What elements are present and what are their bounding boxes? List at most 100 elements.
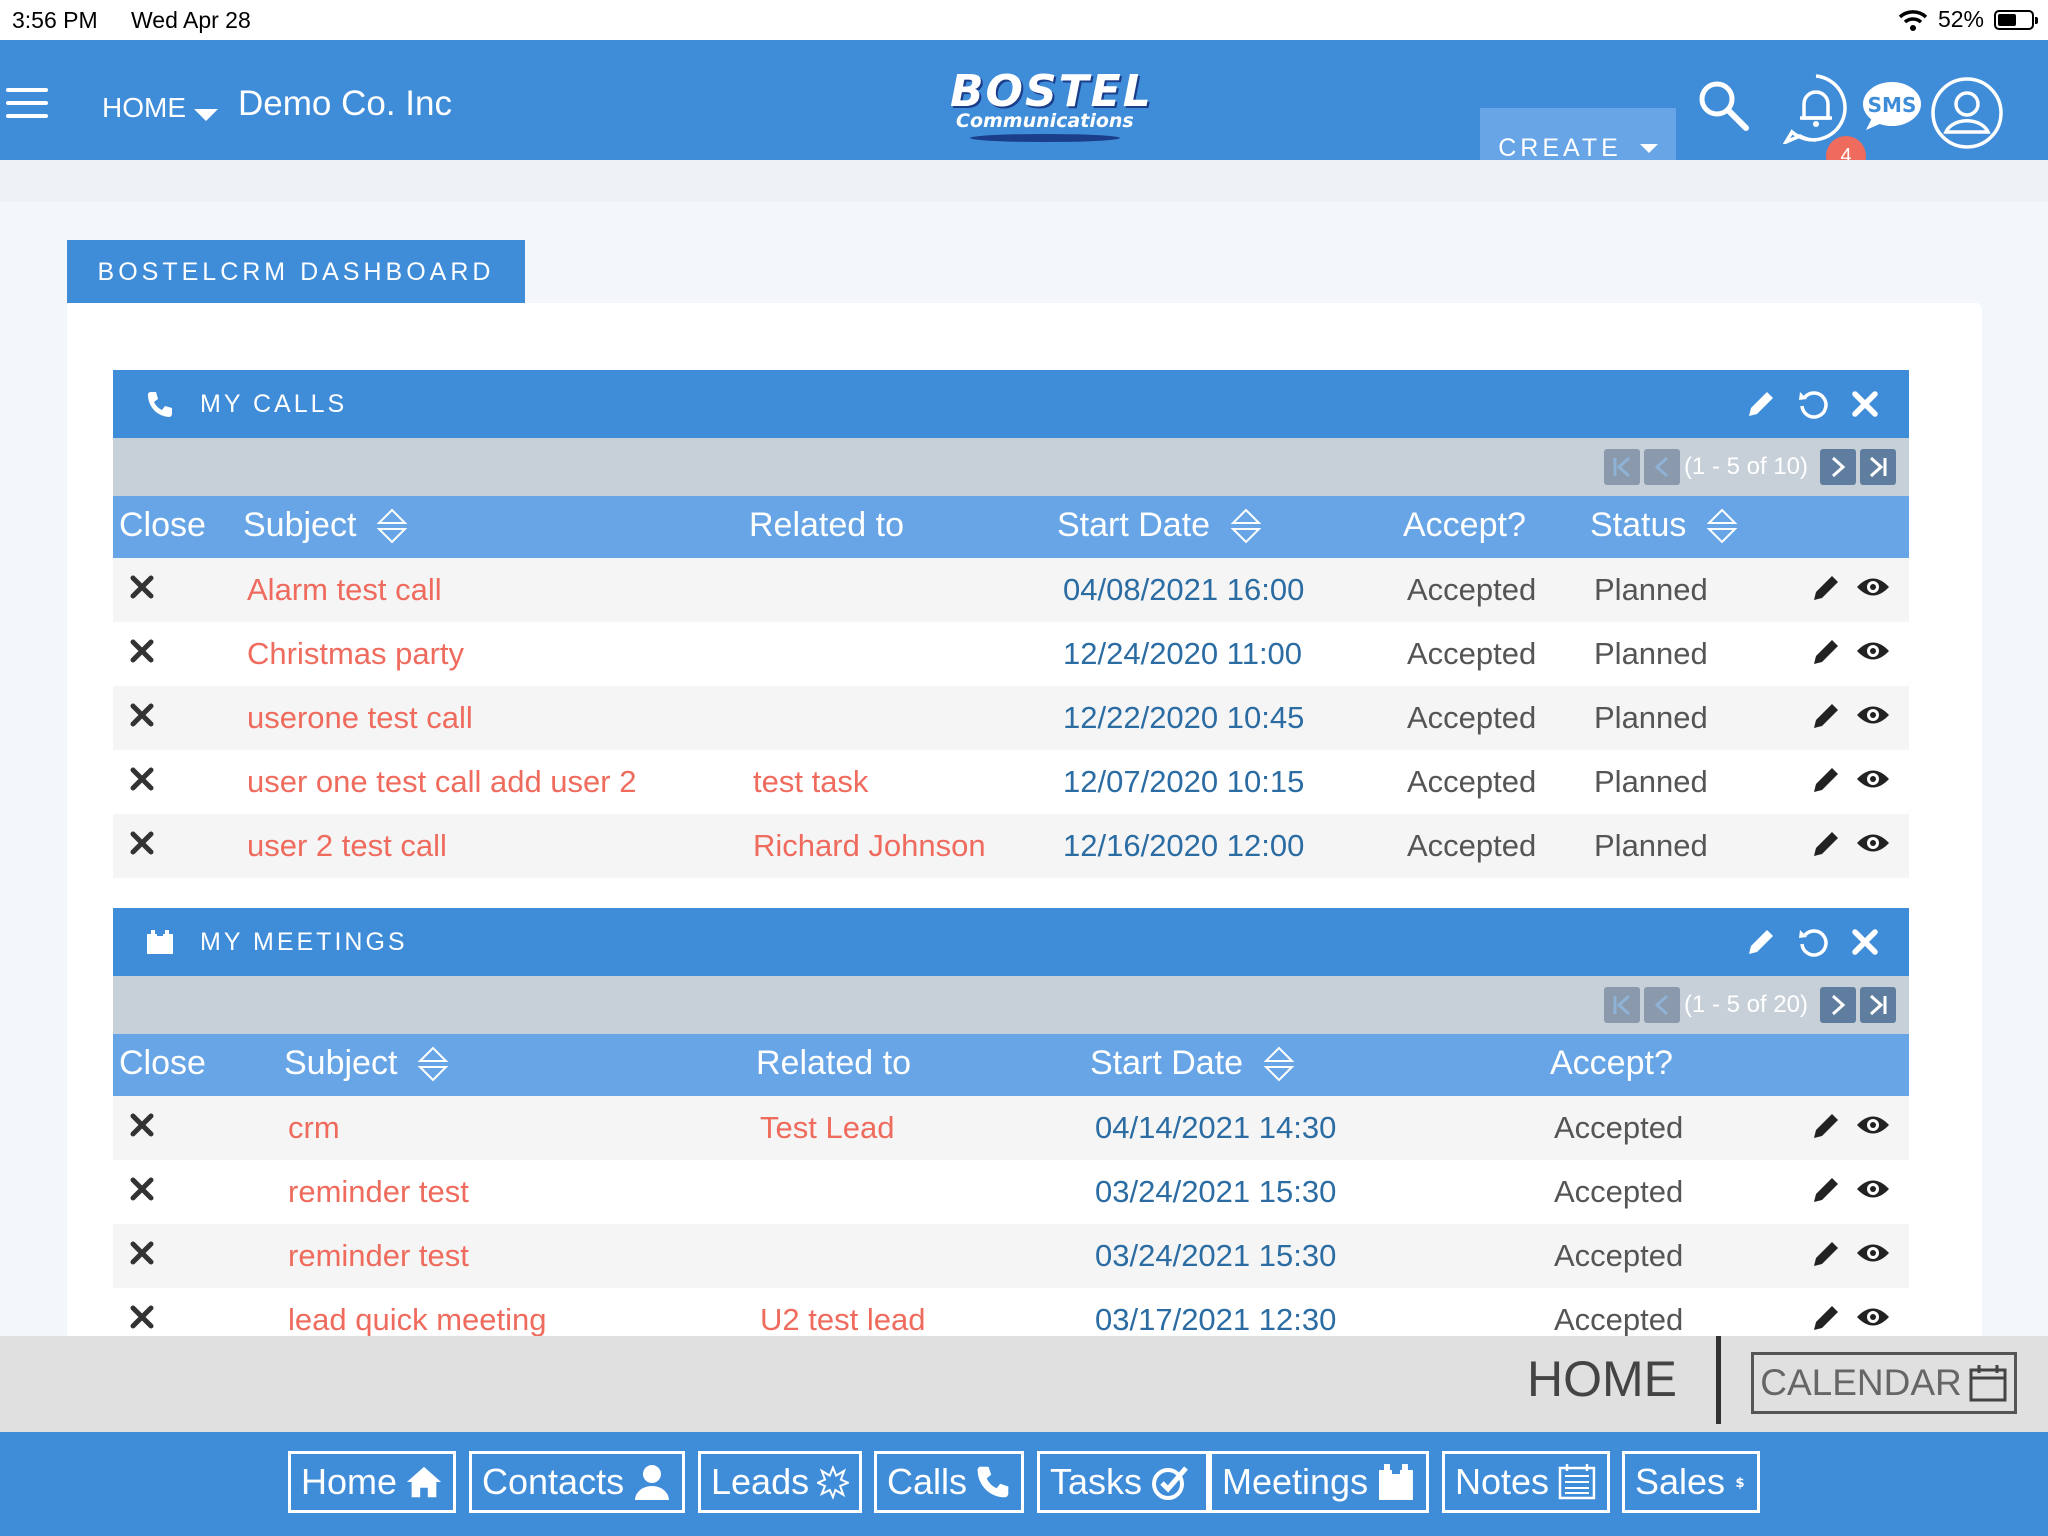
edit-pencil-icon[interactable] <box>1745 388 1777 420</box>
sort-icon[interactable] <box>1263 1045 1295 1083</box>
start-date: 12/24/2020 11:00 <box>1063 636 1303 671</box>
related-link[interactable]: U2 test lead <box>760 1302 925 1338</box>
nav-tasks[interactable]: Tasks <box>1037 1451 1209 1513</box>
refresh-icon[interactable] <box>1797 926 1829 958</box>
close-meeting-icon[interactable] <box>129 1304 155 1330</box>
subject-link[interactable]: user one test call add user 2 <box>247 764 636 800</box>
close-icon[interactable] <box>1849 388 1881 420</box>
close-call-icon[interactable] <box>129 830 155 856</box>
home-nav-dropdown[interactable]: HOME <box>102 92 218 124</box>
nav-leads[interactable]: Leads <box>698 1451 862 1513</box>
close-meeting-icon[interactable] <box>129 1240 155 1266</box>
edit-pencil-icon[interactable] <box>1810 828 1842 860</box>
meetings-pagination-bar: (1 - 5 of 20) <box>113 976 1909 1034</box>
close-call-icon[interactable] <box>129 574 155 600</box>
edit-pencil-icon[interactable] <box>1810 1238 1842 1270</box>
user-profile-icon[interactable] <box>1930 76 2004 150</box>
col-start-date[interactable]: Start Date <box>1090 1044 1295 1083</box>
edit-pencil-icon[interactable] <box>1810 700 1842 732</box>
subject-link[interactable]: reminder test <box>288 1174 469 1210</box>
calls-pagination-bar: (1 - 5 of 10) <box>113 438 1909 496</box>
eye-icon[interactable] <box>1855 828 1891 858</box>
search-icon[interactable] <box>1696 78 1750 132</box>
start-date: 04/08/2021 16:00 <box>1063 572 1305 607</box>
col-related[interactable]: Related to <box>756 1044 911 1083</box>
nav-meetings-label: Meetings <box>1222 1461 1369 1502</box>
nav-meetings[interactable]: Meetings <box>1209 1451 1429 1513</box>
accept-status: Accepted <box>1407 700 1537 735</box>
edit-pencil-icon[interactable] <box>1810 764 1842 796</box>
nav-home[interactable]: Home <box>288 1451 456 1513</box>
col-accept[interactable]: Accept? <box>1550 1044 1673 1083</box>
subject-link[interactable]: crm <box>288 1110 340 1146</box>
edit-pencil-icon[interactable] <box>1810 1302 1842 1334</box>
related-link[interactable]: test task <box>753 764 868 800</box>
subject-link[interactable]: userone test call <box>247 700 473 736</box>
table-row: Alarm test call 04/08/2021 16:00 Accepte… <box>113 558 1909 622</box>
calls-dashlet: MY CALLS (1 - 5 of 10) Close Subject Rel… <box>113 370 1909 878</box>
close-call-icon[interactable] <box>129 638 155 664</box>
close-call-icon[interactable] <box>129 702 155 728</box>
close-icon[interactable] <box>1849 926 1881 958</box>
eye-icon[interactable] <box>1855 764 1891 794</box>
related-link[interactable]: Test Lead <box>760 1110 894 1146</box>
sort-icon[interactable] <box>1706 507 1738 545</box>
start-date: 03/24/2021 15:30 <box>1095 1174 1337 1209</box>
edit-pencil-icon[interactable] <box>1745 926 1777 958</box>
col-related[interactable]: Related to <box>749 506 904 545</box>
home-view-label[interactable]: HOME <box>1527 1350 1677 1408</box>
tab-dashboard[interactable]: BOSTELCRM DASHBOARD <box>67 240 525 304</box>
eye-icon[interactable] <box>1855 1302 1891 1332</box>
col-subject[interactable]: Subject <box>284 1044 449 1083</box>
edit-pencil-icon[interactable] <box>1810 1174 1842 1206</box>
prev-page-icon[interactable] <box>1643 987 1680 1023</box>
first-page-icon[interactable] <box>1603 987 1640 1023</box>
sort-icon[interactable] <box>376 507 408 545</box>
close-meeting-icon[interactable] <box>129 1112 155 1138</box>
eye-icon[interactable] <box>1855 1110 1891 1140</box>
next-page-icon[interactable] <box>1820 987 1856 1023</box>
col-start-date[interactable]: Start Date <box>1057 506 1262 545</box>
nav-sales[interactable]: Sales $ <box>1622 1451 1760 1513</box>
close-call-icon[interactable] <box>129 766 155 792</box>
refresh-icon[interactable] <box>1797 388 1829 420</box>
edit-pencil-icon[interactable] <box>1810 572 1842 604</box>
col-subject[interactable]: Subject <box>243 506 408 545</box>
prev-page-icon[interactable] <box>1643 449 1680 485</box>
divider <box>1716 1336 1721 1424</box>
subject-link[interactable]: Christmas party <box>247 636 464 672</box>
calendar-button[interactable]: CALENDAR <box>1751 1352 2017 1414</box>
first-page-icon[interactable] <box>1603 449 1640 485</box>
col-accept[interactable]: Accept? <box>1403 506 1526 545</box>
hamburger-menu-icon[interactable] <box>6 88 48 118</box>
related-link[interactable]: Richard Johnson <box>753 828 986 864</box>
last-page-icon[interactable] <box>1860 987 1896 1023</box>
close-meeting-icon[interactable] <box>129 1176 155 1202</box>
edit-pencil-icon[interactable] <box>1810 636 1842 668</box>
brand-logo[interactable]: BOSTEL Communications <box>950 70 1180 142</box>
subject-link[interactable]: user 2 test call <box>247 828 447 864</box>
next-page-icon[interactable] <box>1820 449 1856 485</box>
sort-icon[interactable] <box>417 1045 449 1083</box>
nav-contacts[interactable]: Contacts <box>469 1451 685 1513</box>
subject-link[interactable]: lead quick meeting <box>288 1302 547 1338</box>
eye-icon[interactable] <box>1855 700 1891 730</box>
accept-status: Accepted <box>1407 828 1537 863</box>
subject-link[interactable]: reminder test <box>288 1238 469 1274</box>
col-status[interactable]: Status <box>1590 506 1738 545</box>
accept-status: Accepted <box>1554 1174 1684 1209</box>
eye-icon[interactable] <box>1855 636 1891 666</box>
nav-notes[interactable]: Notes <box>1442 1451 1610 1513</box>
eye-icon[interactable] <box>1855 572 1891 602</box>
bell-icon[interactable] <box>1780 72 1852 144</box>
edit-pencil-icon[interactable] <box>1810 1110 1842 1142</box>
sms-icon[interactable]: SMS <box>1862 80 1922 132</box>
sort-icon[interactable] <box>1230 507 1262 545</box>
eye-icon[interactable] <box>1855 1238 1891 1268</box>
subject-link[interactable]: Alarm test call <box>247 572 442 608</box>
last-page-icon[interactable] <box>1860 449 1896 485</box>
meetings-dashlet-title: MY MEETINGS <box>200 928 408 956</box>
eye-icon[interactable] <box>1855 1174 1891 1204</box>
nav-calls[interactable]: Calls <box>874 1451 1024 1513</box>
calls-pagination-text: (1 - 5 of 10) <box>1683 453 1808 480</box>
